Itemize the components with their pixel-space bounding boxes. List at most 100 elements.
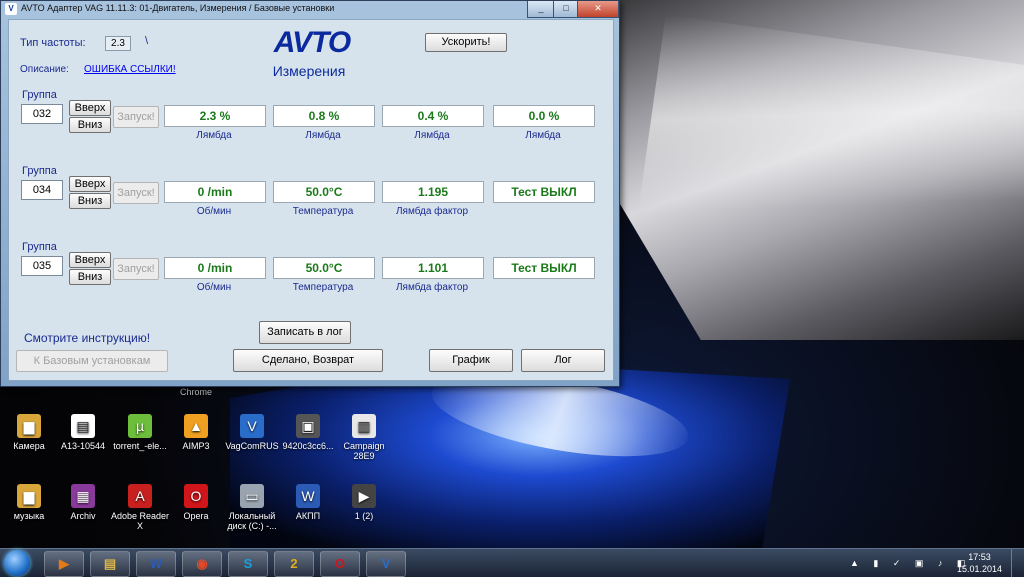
measurement-unit: Об/мин xyxy=(196,282,232,293)
write-log-button[interactable]: Записать в лог xyxy=(259,321,351,344)
group-number-field[interactable]: 034 xyxy=(21,180,63,200)
measurement-value: 0 /min xyxy=(164,257,266,279)
desktop-icon[interactable]: ▆ Камера xyxy=(0,414,59,451)
minimize-button[interactable]: _ xyxy=(527,1,555,18)
group-number-field[interactable]: 035 xyxy=(21,256,63,276)
group-label: Группа xyxy=(22,241,57,253)
desktop-icon[interactable]: ▲ AIMP3 xyxy=(166,414,226,451)
measurement-unit: Лямбда xyxy=(525,130,561,141)
desktop-icon[interactable]: A Adobe Reader X xyxy=(110,484,170,531)
freq-type-mark: \ xyxy=(145,35,149,47)
desktop-icon[interactable]: W АКПП xyxy=(278,484,338,521)
desktop-icon-label: АКПП xyxy=(295,511,321,521)
desktop-icon-label: Opera xyxy=(183,511,209,521)
done-return-button[interactable]: Сделано, Возврат xyxy=(233,349,383,372)
desktop-icon-label: AIMP3 xyxy=(182,441,210,451)
group-down-button[interactable]: Вниз xyxy=(69,193,111,209)
title-bar[interactable]: V AVTO Адаптер VAG 11.11.3: 01-Двигатель… xyxy=(1,1,619,18)
clock-time: 17:53 xyxy=(968,552,991,562)
chrome-icon[interactable]: ◉ xyxy=(182,551,222,577)
measurement-value: 1.101 xyxy=(382,257,484,279)
folder-icon: ▆ xyxy=(17,484,41,508)
desktop-icon-label: 9420c3cc6... xyxy=(282,441,334,451)
group-up-button[interactable]: Вверх xyxy=(69,176,111,192)
description-label: Описание: xyxy=(20,64,69,75)
group-up-button[interactable]: Вверх xyxy=(69,100,111,116)
desktop-icon[interactable]: ▆ музыка xyxy=(0,484,59,521)
word-doc-icon: W xyxy=(296,484,320,508)
maximize-button[interactable]: □ xyxy=(553,1,579,18)
instructions-link[interactable]: Смотрите инструкцию! xyxy=(24,331,150,345)
measurement-value: 0.0 % xyxy=(493,105,595,127)
word-icon[interactable]: W xyxy=(136,551,176,577)
measurement-unit: Об/мин xyxy=(196,206,232,217)
group-down-button[interactable]: Вниз xyxy=(69,117,111,133)
measurement-value: 1.195 xyxy=(382,181,484,203)
desktop-icon[interactable]: µ torrent_-ele... xyxy=(110,414,170,451)
utorrent-icon: µ xyxy=(128,414,152,438)
kaspersky-icon[interactable]: 2 xyxy=(274,551,314,577)
basic-settings-button[interactable]: К Базовым установкам xyxy=(16,350,168,372)
speedup-button[interactable]: Ускорить! xyxy=(425,33,507,52)
measurement-unit: Лямбда xyxy=(196,130,232,141)
opera-icon: O xyxy=(184,484,208,508)
close-button[interactable]: ✕ xyxy=(577,1,619,18)
skype-icon[interactable]: S xyxy=(228,551,268,577)
opera-icon[interactable]: O xyxy=(320,551,360,577)
group-start-button[interactable]: Запуск! xyxy=(113,258,159,280)
graph-button[interactable]: График xyxy=(429,349,513,372)
app-icon: V xyxy=(5,3,17,15)
desktop-icon-label: VagComRUS xyxy=(225,441,279,451)
measurement-value: 0 /min xyxy=(164,181,266,203)
desktop-icon[interactable]: ▭ Локальный диск (С:) -... xyxy=(222,484,282,531)
group-number-field[interactable]: 032 xyxy=(21,104,63,124)
desktop-icon-label: Adobe Reader X xyxy=(110,511,170,531)
measurement-unit: Температура xyxy=(292,282,354,293)
desktop-icon[interactable]: V VagComRUS xyxy=(222,414,282,451)
desktop-icon-label: A13-10544 xyxy=(60,441,106,451)
tray-icons[interactable]: ▲ ▮ ✓ ▣ ♪ ◧ xyxy=(850,558,971,569)
desktop-icon[interactable]: O Opera xyxy=(166,484,226,521)
measurement-unit: Лямбда xyxy=(414,130,450,141)
desktop-icon[interactable]: ▦ Archiv xyxy=(53,484,113,521)
pdf-icon: A xyxy=(128,484,152,508)
clock[interactable]: 17:53 15.01.2014 xyxy=(957,551,1002,575)
measurement-value: Тест ВЫКЛ xyxy=(493,181,595,203)
show-desktop-button[interactable] xyxy=(1011,549,1024,577)
desktop-icon-label: Локальный диск (С:) -... xyxy=(227,511,277,531)
app-window: V AVTO Адаптер VAG 11.11.3: 01-Двигатель… xyxy=(0,0,620,387)
explorer-icon[interactable]: ▤ xyxy=(90,551,130,577)
desktop-icon[interactable]: ▥ Campaign 28E9 xyxy=(334,414,394,461)
media-player-icon[interactable]: ▶ xyxy=(44,551,84,577)
measurement-unit: Лямбда фактор xyxy=(395,206,469,217)
folder-icon: ▆ xyxy=(17,414,41,438)
desktop-icon[interactable]: ▶ 1 (2) xyxy=(334,484,394,521)
vag-icon: V xyxy=(240,414,264,438)
desktop-icon[interactable]: ▣ 9420c3cc6... xyxy=(278,414,338,451)
client-area: Тип частоты: 2.3 \ Описание: ОШИБКА ССЫЛ… xyxy=(8,19,614,381)
avto-logo: AVTO xyxy=(273,26,352,59)
freq-type-label: Тип частоты: xyxy=(20,37,86,49)
taskbar: ▶ ▤ W ◉ S 2 O V ▲ ▮ ✓ ▣ ♪ ◧ 17:53 15.01.2014 xyxy=(0,548,1024,577)
image-icon: ▣ xyxy=(296,414,320,438)
log-button[interactable]: Лог xyxy=(521,349,605,372)
measurement-unit: Лямбда xyxy=(305,130,341,141)
desktop-icon[interactable]: ▤ A13-10544 xyxy=(53,414,113,451)
measurement-value: 50.0°C xyxy=(273,257,375,279)
group-up-button[interactable]: Вверх xyxy=(69,252,111,268)
vag-icon[interactable]: V xyxy=(366,551,406,577)
group-start-button[interactable]: Запуск! xyxy=(113,106,159,128)
page-title: Измерения xyxy=(272,63,346,79)
measurement-value: 0.8 % xyxy=(273,105,375,127)
measurement-value: 50.0°C xyxy=(273,181,375,203)
start-button[interactable] xyxy=(4,550,30,576)
measurement-unit: Лямбда фактор xyxy=(395,282,469,293)
group-start-button[interactable]: Запуск! xyxy=(113,182,159,204)
desktop-icon-label: Камера xyxy=(13,441,45,451)
group-label: Группа xyxy=(22,165,57,177)
desktop-chrome-label: Chrome xyxy=(180,387,213,397)
description-link[interactable]: ОШИБКА ССЫЛКИ! xyxy=(84,64,176,75)
group-down-button[interactable]: Вниз xyxy=(69,269,111,285)
winrar-icon: ▦ xyxy=(71,484,95,508)
group-label: Группа xyxy=(22,89,57,101)
